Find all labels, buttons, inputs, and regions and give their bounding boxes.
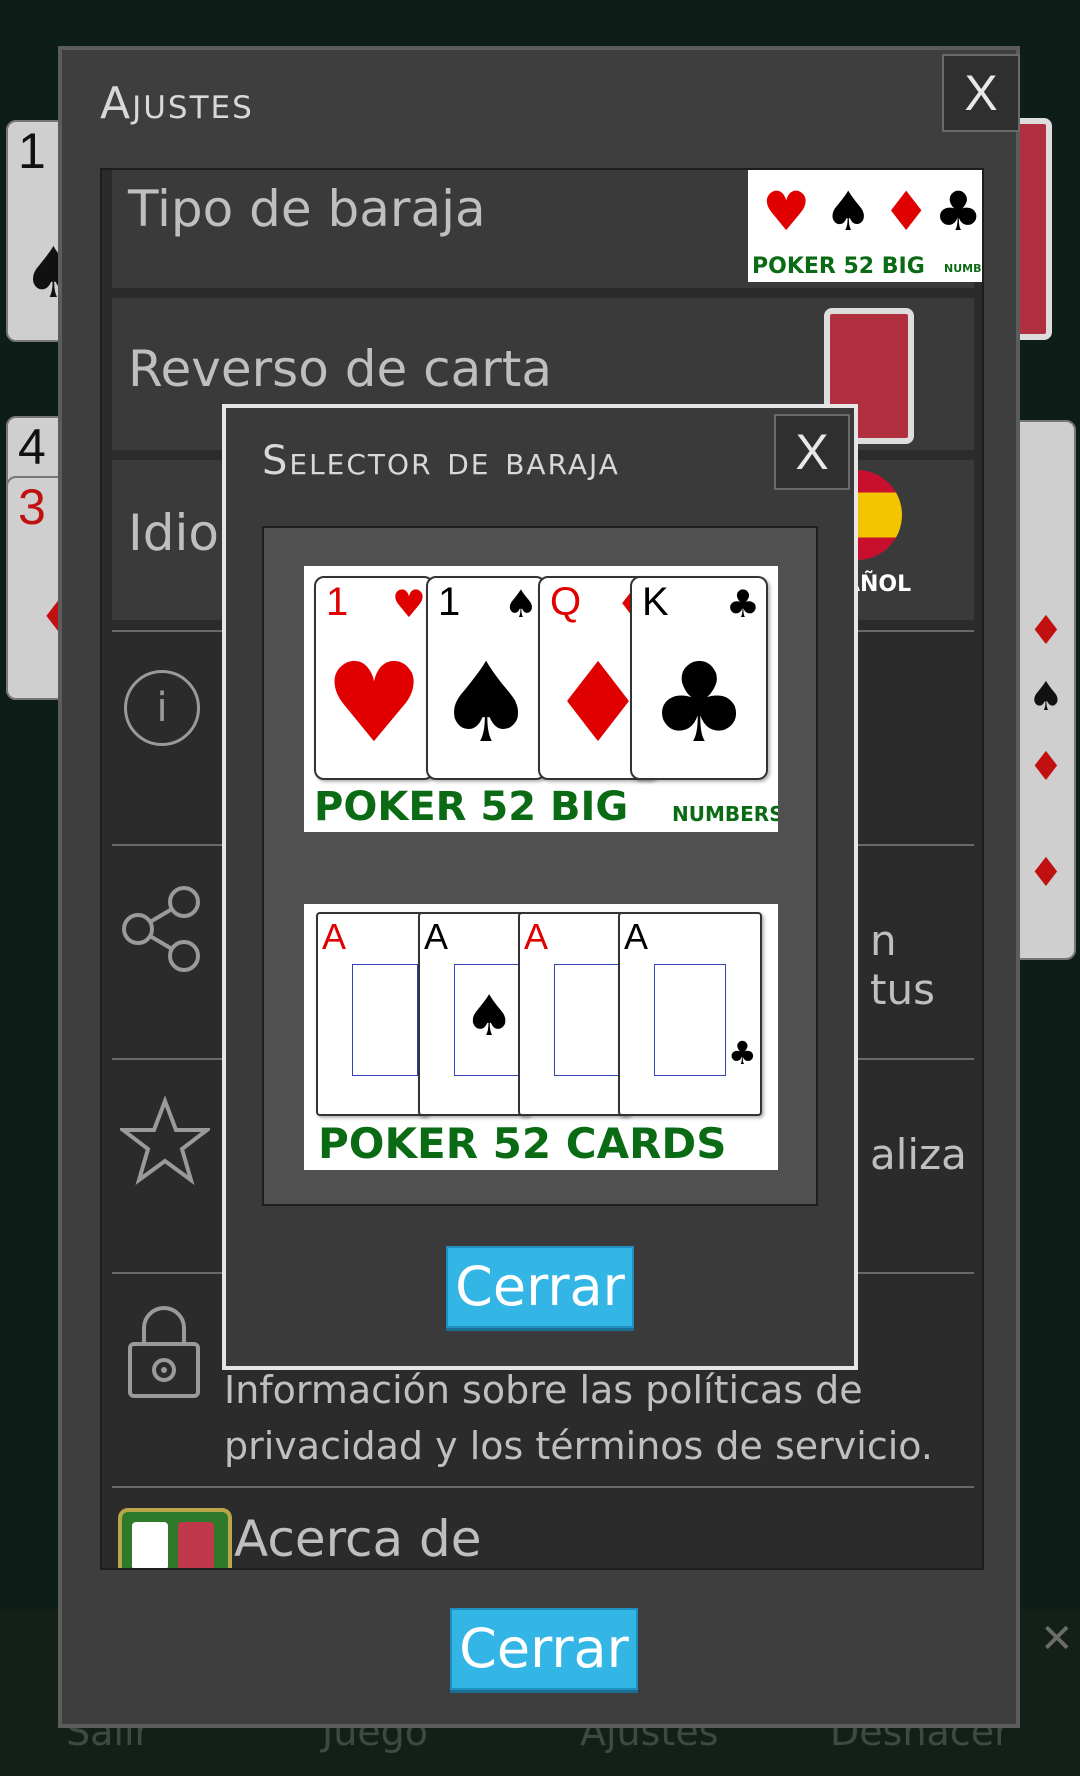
deck-selector-dialog: Selector de baraja X 1 ♥ ♥ 1 ♠ ♠ Q ♦ ♦ K… (222, 404, 858, 1370)
club-icon: ♣ (934, 180, 983, 243)
settings-title: Ajustes (100, 78, 254, 129)
card-preview: 1 ♠ ♠ (426, 576, 546, 780)
deck-option-poker52-big[interactable]: 1 ♥ ♥ 1 ♠ ♠ Q ♦ ♦ K ♣ ♣ POKER 52 BIG NUM… (304, 566, 778, 832)
deck-type-preview: ♥ ♠ ♦ ♣ POKER 52 BIG NUMBERS (748, 170, 983, 282)
deck-option-caption: POKER 52 CARDS (318, 1119, 727, 1168)
diamond-icon: ♦ (1028, 850, 1064, 896)
card-preview: A ♣ (618, 912, 762, 1116)
club-icon: ♣ (728, 1034, 757, 1072)
deck-option-poker52-cards[interactable]: A A ♠ A A ♣ POKER 52 CARDS (304, 904, 778, 1170)
card-preview: A ♠ (418, 912, 530, 1116)
rate-text: aliza (870, 1130, 967, 1179)
selector-title: Selector de baraja (262, 438, 620, 484)
deck-preview-caption-small: NUMBERS (944, 262, 982, 275)
spade-icon: ♠ (464, 984, 515, 1049)
setting-about[interactable]: Acerca de (112, 1488, 974, 1568)
privacy-text-line1: Información sobre las políticas de (224, 1368, 863, 1412)
settings-close-button[interactable]: X (942, 54, 1020, 132)
diamond-icon: ♦ (1028, 608, 1064, 654)
club-icon: ♣ (649, 639, 749, 767)
card-rank: 1 (438, 580, 461, 624)
diamond-icon: ♦ (882, 180, 931, 243)
card-suit: ♠ (503, 582, 538, 626)
card-suit: ♥ (391, 582, 426, 626)
setting-about-label: Acerca de (234, 1510, 482, 1568)
lock-icon (128, 1306, 200, 1398)
share-icon (122, 886, 200, 972)
info-icon: i (124, 670, 200, 746)
share-text: n tus (870, 916, 935, 1014)
deck-options-list: 1 ♥ ♥ 1 ♠ ♠ Q ♦ ♦ K ♣ ♣ POKER 52 BIG NUM… (262, 526, 818, 1206)
card-rank: 3 (18, 479, 46, 535)
card-rank: 4 (18, 419, 46, 475)
card-preview: K ♣ ♣ (630, 576, 768, 780)
dismiss-ad-icon[interactable]: ✕ (1040, 1616, 1074, 1662)
card-rank: Q (550, 580, 582, 624)
card-rank: A (322, 916, 347, 957)
privacy-text-line2: privacidad y los términos de servicio. (224, 1424, 933, 1468)
card-preview: A (316, 912, 428, 1116)
diamond-icon: ♦ (1028, 744, 1064, 790)
star-icon (120, 1096, 210, 1186)
selector-close-button[interactable]: X (774, 414, 850, 490)
deck-option-caption: POKER 52 BIG (314, 784, 629, 830)
spade-icon: ♠ (824, 180, 873, 243)
card-rank: A (524, 916, 549, 957)
deck-option-caption-small: NUMBERS (672, 802, 778, 826)
deck-preview-caption: POKER 52 BIG (752, 254, 925, 279)
card-preview: 1 ♥ ♥ (314, 576, 434, 780)
heart-icon: ♥ (762, 180, 811, 243)
settings-cerrar-button[interactable]: Cerrar (450, 1608, 638, 1690)
spade-icon: ♠ (436, 639, 536, 767)
setting-card-back-label: Reverso de carta (128, 340, 553, 398)
card-rank: A (624, 916, 649, 957)
card-rank: A (424, 916, 449, 957)
card-preview: A (518, 912, 630, 1116)
heart-icon: ♥ (324, 639, 424, 767)
spade-icon: ♠ (1028, 674, 1064, 720)
setting-deck-type[interactable]: Tipo de baraja ♥ ♠ ♦ ♣ POKER 52 BIG NUMB… (112, 170, 982, 288)
card-suit: ♣ (725, 582, 760, 626)
card-rank: K (642, 580, 669, 624)
setting-deck-type-label: Tipo de baraja (128, 180, 486, 238)
app-icon (118, 1508, 232, 1568)
selector-cerrar-button[interactable]: Cerrar (446, 1246, 634, 1328)
card-rank: 1 (18, 123, 46, 179)
card-rank: 1 (326, 580, 349, 624)
